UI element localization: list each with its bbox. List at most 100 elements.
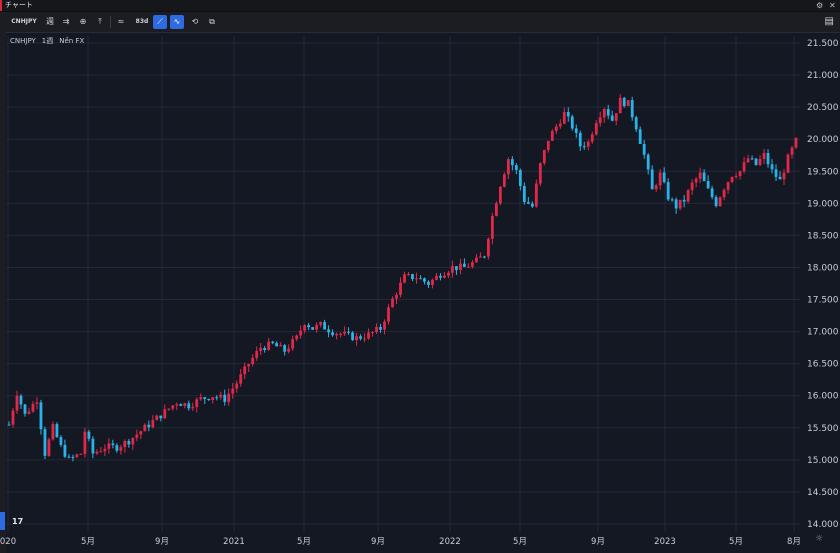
candle-up (363, 338, 366, 340)
candle-down (39, 402, 43, 430)
y-tick-label: 15.500 (807, 424, 839, 434)
candle-up (618, 97, 622, 114)
candle-down (307, 325, 311, 328)
candle-down (630, 100, 634, 118)
candle-up (131, 437, 135, 445)
candle-up (251, 357, 255, 365)
candle-up (626, 100, 630, 107)
candle-up (407, 274, 410, 276)
candle-up (546, 140, 550, 151)
candle-up (79, 453, 83, 455)
candle-up (758, 158, 762, 165)
x-tick-label: 5月 (729, 537, 743, 547)
candle-down (578, 132, 582, 147)
candle-down (522, 185, 526, 203)
candle-down (7, 424, 11, 426)
candle-up (143, 424, 147, 432)
chart-settings-icon[interactable]: ☼ (815, 534, 823, 544)
candle-up (375, 326, 378, 333)
candle-up (506, 159, 510, 175)
candle-down (23, 404, 27, 414)
candle-up (542, 150, 546, 164)
candle-up (387, 307, 390, 322)
x-tick-label: 2021 (223, 537, 245, 547)
candle-down (526, 202, 530, 204)
candle-down (427, 281, 430, 285)
candle-up (211, 397, 215, 401)
candle-up (35, 402, 39, 404)
candle-down (275, 343, 279, 347)
candle-up (303, 325, 307, 331)
candle-down (271, 341, 275, 344)
candle-up (191, 406, 195, 409)
legend-symbol: CNHJPY (10, 37, 36, 45)
candle-down (223, 394, 227, 402)
candle-down (347, 331, 350, 333)
candle-down (43, 429, 47, 456)
tradingview-logo-icon: 17 (12, 517, 24, 526)
candle-up (403, 274, 406, 283)
candle-down (59, 437, 63, 445)
candle-up (554, 126, 558, 132)
candle-up (167, 408, 171, 410)
candle-up (51, 424, 55, 440)
candle-down (754, 158, 758, 165)
candle-up (219, 394, 223, 398)
candle-up (678, 199, 682, 209)
candle-up (135, 434, 139, 438)
y-tick-label: 14.000 (807, 520, 839, 530)
candle-up (151, 420, 155, 428)
candle-down (71, 456, 75, 458)
candle-up (31, 403, 35, 412)
candle-up (658, 172, 662, 186)
candle-down (574, 128, 578, 133)
candle-up (291, 339, 295, 349)
x-tick-label: 9月 (155, 537, 169, 547)
candle-up (155, 415, 159, 421)
candle-down (63, 444, 67, 457)
x-tick-label: 8月 (787, 537, 801, 547)
candle-down (670, 199, 674, 201)
candle-down (115, 445, 119, 451)
candle-up (471, 262, 474, 267)
candle-up (235, 383, 239, 389)
candle-up (502, 174, 506, 187)
candle-up (431, 279, 434, 285)
candle-down (331, 332, 334, 336)
candle-up (175, 404, 179, 406)
candle-up (738, 171, 742, 176)
candle-down (411, 274, 414, 280)
candle-up (494, 203, 498, 216)
price-chart: 21.500 21.000 20.500 20.000 19.500 19.000 18.5… (0, 36, 839, 547)
candle-down (778, 176, 782, 180)
candle-down (311, 327, 315, 330)
candle-up (698, 172, 702, 179)
legend-source: Nền FX (59, 37, 85, 45)
candle-down (530, 203, 534, 207)
y-tick-label: 21.000 (807, 71, 839, 81)
candle-up (47, 439, 51, 456)
candle-down (566, 112, 570, 117)
candle-up (163, 409, 167, 419)
candle-up (730, 176, 734, 183)
candle-up (602, 109, 606, 118)
candle-up (443, 275, 446, 278)
candle-down (606, 109, 610, 116)
candle-down (359, 336, 362, 339)
candle-up (119, 447, 123, 451)
candle-down (455, 266, 458, 271)
candle-down (482, 256, 486, 258)
gridlines (6, 36, 800, 532)
candle-up (459, 263, 462, 271)
candle-down (638, 129, 642, 144)
y-tick-label: 20.000 (807, 135, 839, 145)
candle-up (762, 153, 766, 159)
candle-up (534, 183, 538, 207)
y-tick-label: 16.000 (807, 392, 839, 402)
candle-down (283, 345, 287, 352)
candle-down (622, 97, 626, 107)
y-tick-label: 15.000 (807, 456, 839, 466)
candle-down (327, 329, 330, 333)
candle-up (718, 197, 722, 207)
candle-down (646, 154, 650, 170)
